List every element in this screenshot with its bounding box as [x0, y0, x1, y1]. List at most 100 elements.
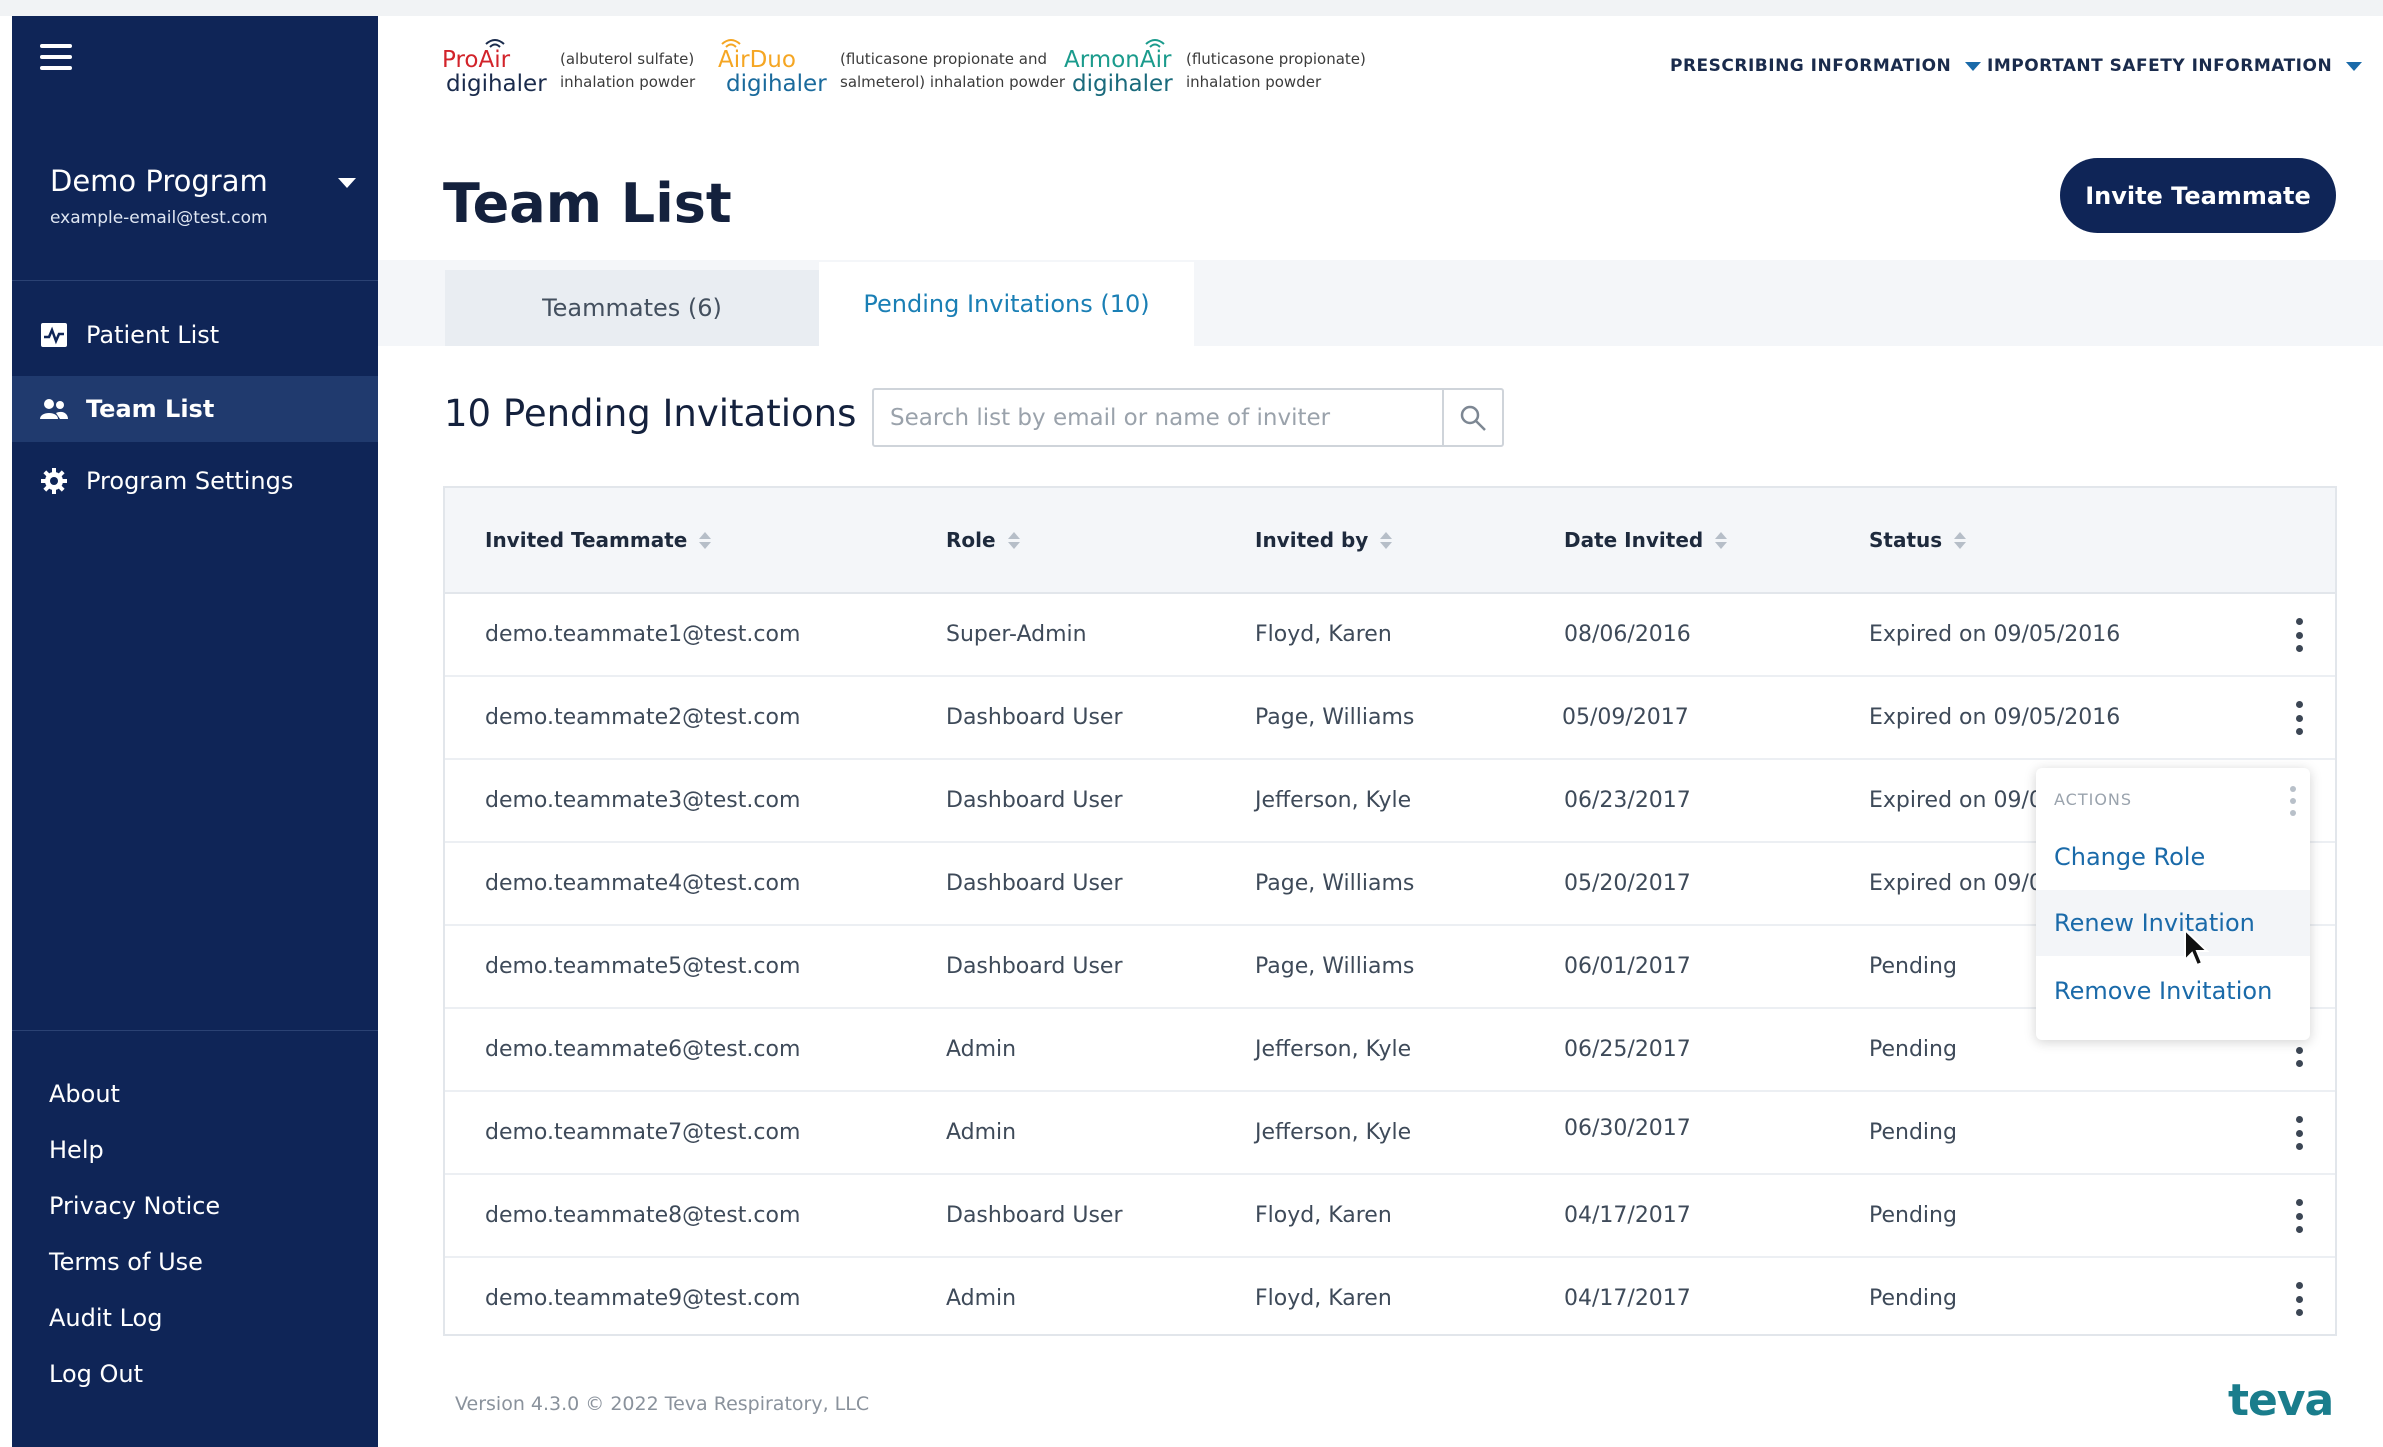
- column-header-status[interactable]: Status: [1869, 528, 1967, 552]
- cell-status: Pending: [1869, 1120, 1957, 1145]
- safety-info-link[interactable]: IMPORTANT SAFETY INFORMATION: [1987, 56, 2363, 76]
- safety-info-label: IMPORTANT SAFETY INFORMATION: [1987, 56, 2333, 76]
- cell-email: demo.teammate4@test.com: [485, 871, 801, 896]
- users-icon: [40, 395, 68, 423]
- caret-down-icon: [338, 178, 356, 188]
- section-title: 10 Pending Invitations: [444, 392, 857, 435]
- brand-sub: digihaler: [1072, 71, 1173, 97]
- cell-date: 06/23/2017: [1564, 788, 1691, 813]
- change-role-menu-item[interactable]: Change Role: [2036, 824, 2310, 890]
- sidebar-item-program-settings[interactable]: Program Settings: [12, 448, 378, 514]
- menu-icon[interactable]: [40, 44, 72, 72]
- audit-log-link[interactable]: Audit Log: [49, 1304, 162, 1332]
- version-text: Version 4.3.0 © 2022 Teva Respiratory, L…: [455, 1393, 870, 1415]
- sort-icon: [1954, 531, 1967, 549]
- cell-date: 06/25/2017: [1564, 1037, 1691, 1062]
- cell-invited-by: Jefferson, Kyle: [1255, 1037, 1412, 1062]
- cell-role: Admin: [946, 1286, 1017, 1311]
- brand-name: ProAir: [442, 47, 511, 73]
- sort-icon: [1715, 531, 1728, 549]
- log-out-link[interactable]: Log Out: [49, 1360, 143, 1388]
- cell-role: Dashboard User: [946, 954, 1123, 979]
- kebab-icon[interactable]: [2286, 786, 2300, 816]
- table-row: demo.teammate9@test.com Admin Floyd, Kar…: [445, 1258, 2335, 1341]
- cell-status: Expired on 09/05: [1869, 871, 2057, 896]
- brand-desc: (albuterol sulfate) inhalation powder: [560, 50, 696, 91]
- sidebar-item-patient-list[interactable]: Patient List: [12, 302, 378, 368]
- teva-logo: teva: [2228, 1375, 2334, 1426]
- invite-teammate-button[interactable]: Invite Teammate: [2060, 158, 2336, 233]
- brand-airduo: AirDuo digihaler (fluticasone propionate…: [718, 39, 1065, 96]
- page-title: Team List: [443, 172, 732, 235]
- prescribing-info-link[interactable]: PRESCRIBING INFORMATION: [1670, 56, 1982, 76]
- brand-name: ArmonAir: [1064, 47, 1172, 73]
- divider: [12, 280, 378, 281]
- cell-date: 06/30/2017: [1564, 1116, 1691, 1141]
- cell-invited-by: Jefferson, Kyle: [1255, 1120, 1412, 1145]
- column-header-date-invited[interactable]: Date Invited: [1564, 528, 1728, 552]
- cell-email: demo.teammate3@test.com: [485, 788, 801, 813]
- brand-sub: digihaler: [446, 71, 547, 97]
- cell-date: 06/01/2017: [1564, 954, 1691, 979]
- search-button[interactable]: [1442, 390, 1502, 445]
- cell-email: demo.teammate2@test.com: [485, 705, 801, 730]
- cell-role: Admin: [946, 1120, 1017, 1145]
- sort-icon: [1007, 531, 1020, 549]
- brand-proair: ProAir digihaler (albuterol sulfate) inha…: [442, 39, 695, 97]
- column-header-invited-teammate[interactable]: Invited Teammate: [485, 528, 712, 552]
- cell-invited-by: Jefferson, Kyle: [1255, 788, 1412, 813]
- row-actions-icon[interactable]: [2287, 1116, 2311, 1150]
- brand-desc: (fluticasone propionate and salmeterol) i…: [840, 50, 1066, 91]
- cell-role: Super-Admin: [946, 622, 1087, 647]
- signal-icon: [485, 39, 505, 48]
- cell-role: Admin: [946, 1037, 1017, 1062]
- search-icon: [1460, 405, 1486, 431]
- table-header: Invited Teammate Role Invited by Date In…: [445, 488, 2335, 594]
- terms-of-use-link[interactable]: Terms of Use: [49, 1248, 203, 1276]
- about-link[interactable]: About: [49, 1080, 120, 1108]
- divider: [12, 1030, 378, 1031]
- brand-armonair: ArmonAir digihaler (fluticasone propiona…: [1064, 39, 1366, 97]
- sidebar-item-label: Patient List: [86, 321, 220, 349]
- cell-invited-by: Floyd, Karen: [1255, 1286, 1392, 1311]
- cell-email: demo.teammate8@test.com: [485, 1203, 801, 1228]
- privacy-notice-link[interactable]: Privacy Notice: [49, 1192, 220, 1220]
- row-actions-icon[interactable]: [2287, 701, 2311, 735]
- sidebar-item-label: Team List: [86, 395, 215, 423]
- cell-invited-by: Floyd, Karen: [1255, 622, 1392, 647]
- row-actions-icon[interactable]: [2287, 1199, 2311, 1233]
- program-name: Demo Program: [50, 164, 268, 198]
- cell-email: demo.teammate9@test.com: [485, 1286, 801, 1311]
- cell-invited-by: Page, Williams: [1255, 705, 1415, 730]
- cell-email: demo.teammate1@test.com: [485, 622, 801, 647]
- cell-date: 08/06/2016: [1564, 622, 1691, 647]
- cell-email: demo.teammate6@test.com: [485, 1037, 801, 1062]
- signal-icon: [721, 39, 741, 48]
- caret-down-icon: [2346, 61, 2363, 71]
- sidebar-item-team-list[interactable]: Team List: [12, 376, 378, 442]
- row-actions-icon[interactable]: [2287, 1282, 2311, 1316]
- remove-invitation-menu-item[interactable]: Remove Invitation: [2036, 958, 2310, 1024]
- sidebar-item-label: Program Settings: [86, 467, 294, 495]
- chart-icon: [40, 321, 68, 349]
- renew-invitation-menu-item[interactable]: Renew Invitation: [2036, 890, 2310, 956]
- table-row: demo.teammate1@test.com Super-Admin Floy…: [445, 594, 2335, 677]
- cell-role: Dashboard User: [946, 705, 1123, 730]
- actions-menu-heading: ACTIONS: [2054, 790, 2133, 809]
- table-row: demo.teammate8@test.com Dashboard User F…: [445, 1175, 2335, 1258]
- row-actions-icon[interactable]: [2287, 618, 2311, 652]
- help-link[interactable]: Help: [49, 1136, 104, 1164]
- cell-status: Pending: [1869, 1037, 1957, 1062]
- cell-date: 04/17/2017: [1564, 1286, 1691, 1311]
- prescribing-info-label: PRESCRIBING INFORMATION: [1670, 56, 1952, 76]
- column-header-invited-by[interactable]: Invited by: [1255, 528, 1393, 552]
- search-input[interactable]: [874, 390, 1444, 445]
- cell-invited-by: Page, Williams: [1255, 954, 1415, 979]
- tab-teammates[interactable]: Teammates (6): [445, 270, 819, 346]
- cell-status: Pending: [1869, 954, 1957, 979]
- tab-pending-invitations[interactable]: Pending Invitations (10): [819, 262, 1194, 346]
- program-email: example-email@test.com: [50, 208, 268, 228]
- program-selector[interactable]: Demo Program example-email@test.com: [50, 164, 366, 228]
- signal-icon: [1145, 39, 1165, 48]
- column-header-role[interactable]: Role: [946, 528, 1020, 552]
